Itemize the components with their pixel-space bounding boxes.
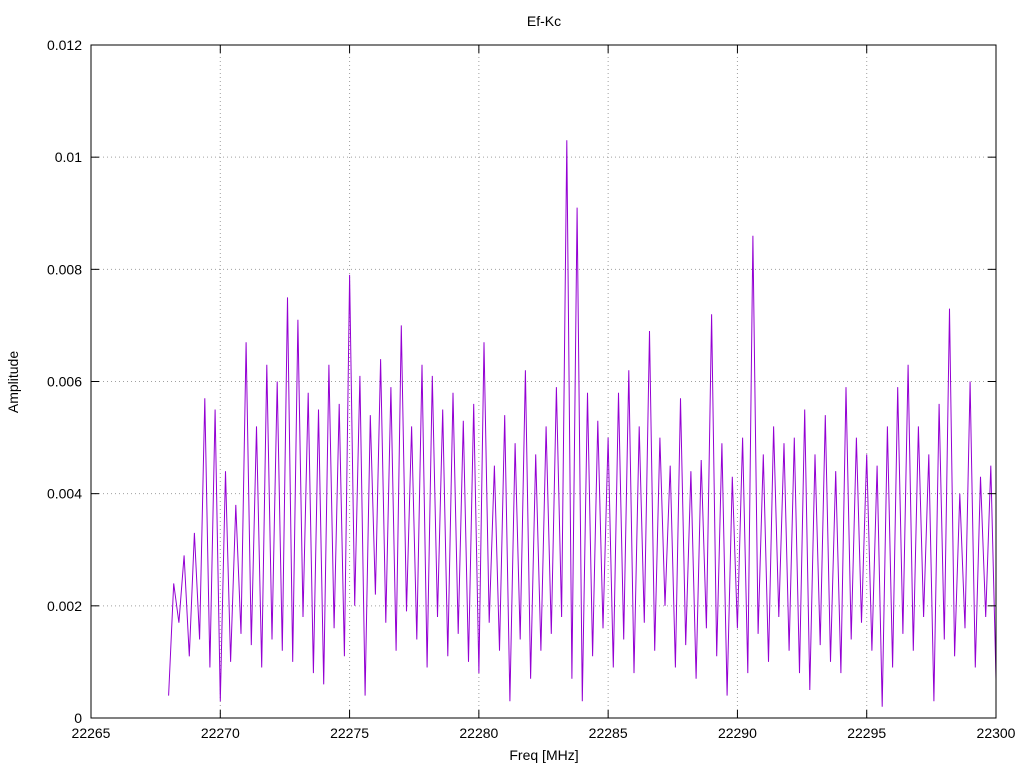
x-axis: 22265 22270 22275 22280 22285 22290 22295 22300 [72,45,1016,741]
y-tick-label: 0.012 [47,37,82,53]
x-tick-label: 22275 [330,725,369,741]
y-tick-label: 0 [74,710,82,726]
x-tick-label: 22265 [72,725,111,741]
y-tick-label: 0.002 [47,598,82,614]
chart: Ef-Kc 22265 22270 22275 22280 22285 22290 2229… [5,13,1016,763]
x-axis-label: Freq [MHz] [509,747,578,763]
x-tick-label: 22290 [718,725,757,741]
y-tick-label: 0.006 [47,374,82,390]
y-tick-label: 0.008 [47,261,82,277]
y-axis-label: Amplitude [5,351,21,413]
y-axis: 0 0.002 0.004 0.006 0.008 0.01 0.012 [47,37,996,726]
x-tick-label: 22270 [201,725,240,741]
series-group [168,140,997,707]
x-tick-label: 22295 [847,725,886,741]
series-line [168,140,997,707]
chart-title: Ef-Kc [527,13,561,29]
grid [91,45,996,718]
y-tick-label: 0.01 [55,149,82,165]
x-tick-label: 22300 [977,725,1016,741]
x-tick-label: 22280 [459,725,498,741]
y-tick-label: 0.004 [47,486,82,502]
x-tick-label: 22285 [589,725,628,741]
